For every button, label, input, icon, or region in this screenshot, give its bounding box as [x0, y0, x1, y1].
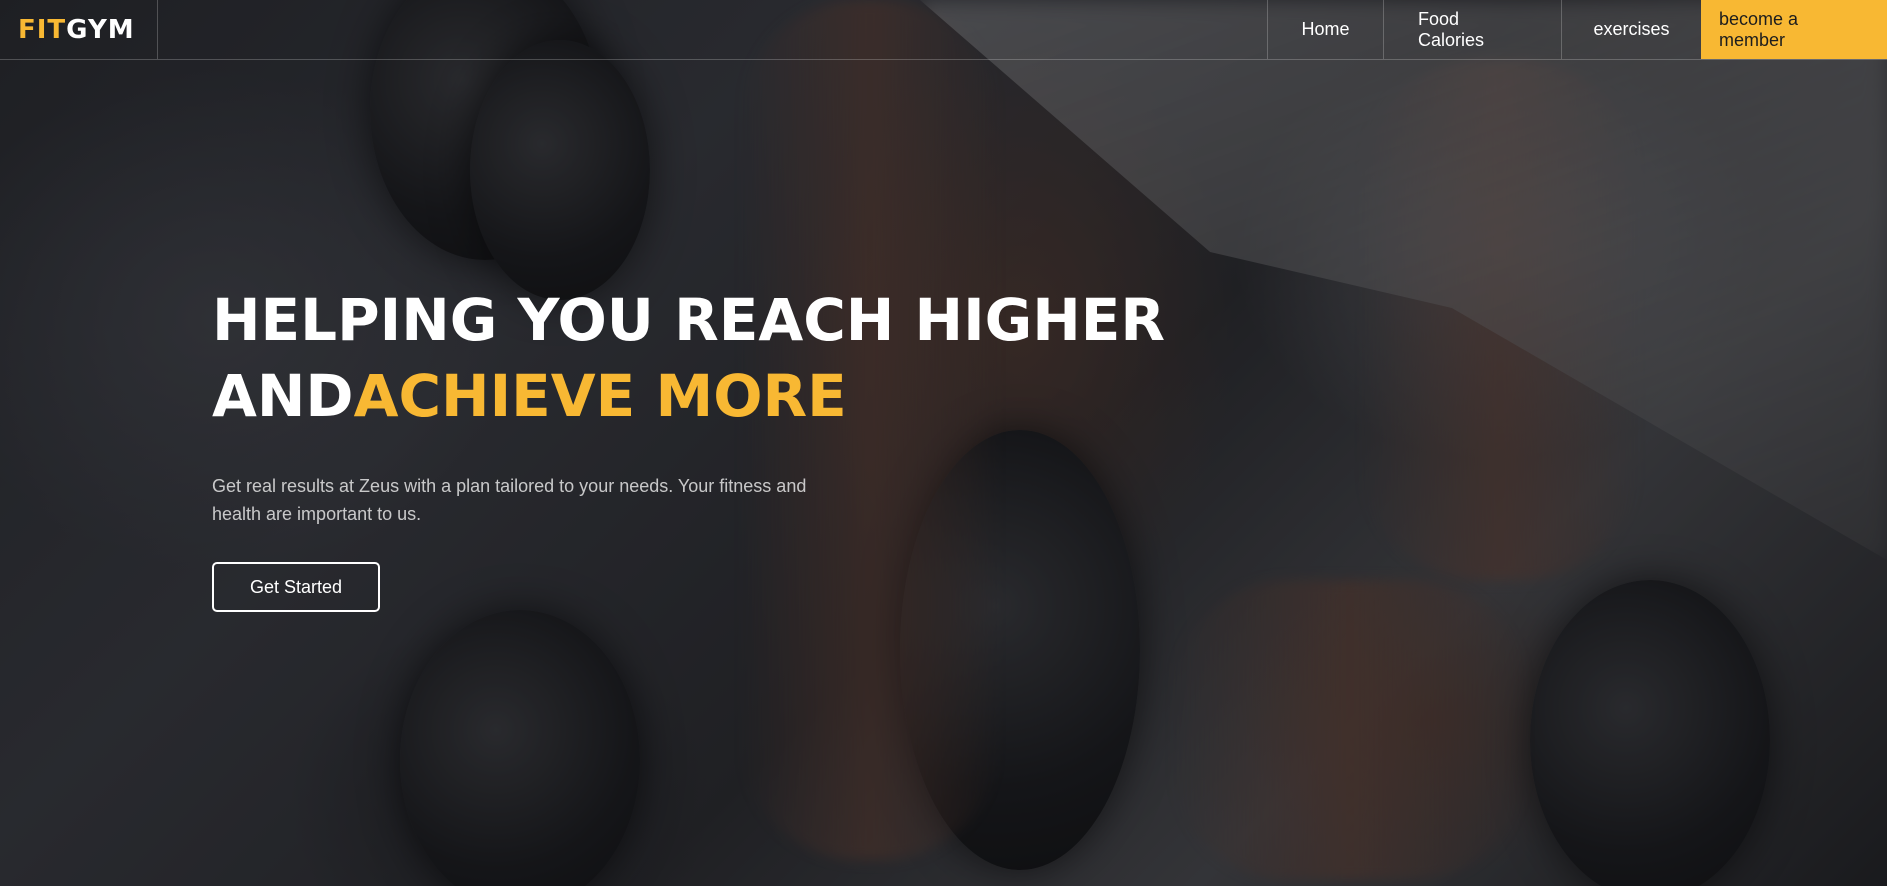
nav-food-calories-link[interactable]: Food Calories — [1383, 0, 1561, 59]
become-member-button[interactable]: become a member — [1701, 0, 1887, 59]
nav-home-link[interactable]: Home — [1267, 0, 1383, 59]
logo-gym-text: GYM — [66, 14, 135, 45]
fitgym-logo[interactable]: FIT GYM — [0, 0, 158, 59]
get-started-button[interactable]: Get Started — [212, 562, 380, 612]
nav-exercises-link[interactable]: exercises — [1561, 0, 1701, 59]
hero-headline: HELPING YOU REACH HIGHER ANDACHIEVE MORE — [212, 282, 1165, 434]
hero-section: FIT GYM Home Food Calories exercises beco… — [0, 0, 1887, 886]
hero-subtext: Get real results at Zeus with a plan tai… — [212, 476, 807, 524]
headline-line-2-white: AND — [212, 362, 354, 430]
headline-line-1: HELPING YOU REACH HIGHER — [212, 286, 1166, 354]
hero-content: HELPING YOU REACH HIGHER ANDACHIEVE MORE… — [212, 282, 1165, 612]
headline-line-2-accent: ACHIEVE MORE — [353, 362, 847, 430]
top-navbar: FIT GYM Home Food Calories exercises beco… — [0, 0, 1887, 60]
logo-fit-text: FIT — [18, 14, 67, 45]
nav-links: Home Food Calories exercises become a me… — [1267, 0, 1887, 59]
